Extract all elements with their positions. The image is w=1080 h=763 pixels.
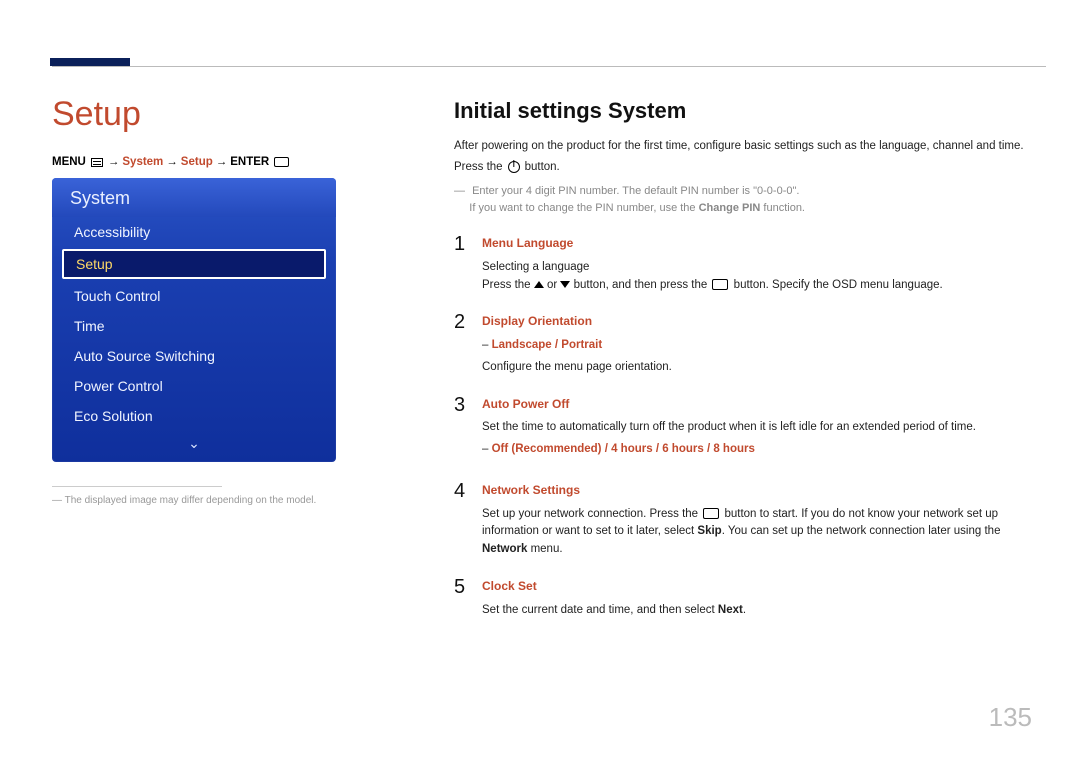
press-power-line: Press the button. bbox=[454, 161, 1044, 173]
step-label: Clock Set bbox=[482, 577, 1044, 596]
enter-icon bbox=[274, 157, 289, 167]
step-line: Set the time to automatically turn off t… bbox=[482, 419, 1044, 437]
enter-icon bbox=[703, 508, 719, 519]
press-prefix: Press the bbox=[454, 161, 503, 173]
page-title: Setup bbox=[52, 95, 392, 134]
step-number: 5 bbox=[454, 577, 468, 619]
network-line: Set up your network connection. Press th… bbox=[482, 506, 1044, 559]
footnote-text: The displayed image may differ depending… bbox=[65, 495, 317, 506]
breadcrumb-seg-setup: Setup bbox=[181, 156, 213, 168]
menu-item-eco-solution[interactable]: Eco Solution bbox=[52, 401, 336, 431]
clock-line: Set the current date and time, and then … bbox=[482, 602, 1044, 620]
arrow-icon: → bbox=[108, 156, 120, 168]
footnote-rule bbox=[52, 486, 222, 487]
step-line: Configure the menu page orientation. bbox=[482, 359, 1044, 377]
text-b: . bbox=[743, 604, 746, 616]
footnote: ― The displayed image may differ dependi… bbox=[52, 495, 392, 506]
step-label: Menu Language bbox=[482, 234, 1044, 253]
step-number: 4 bbox=[454, 481, 468, 559]
next-label: Next bbox=[718, 604, 743, 616]
step-4: 4 Network Settings Set up your network c… bbox=[454, 481, 1044, 559]
options: Off (Recommended) / 4 hours / 6 hours / … bbox=[492, 443, 755, 455]
step-label: Network Settings bbox=[482, 481, 1044, 500]
step-1: 1 Menu Language Selecting a language Pre… bbox=[454, 234, 1044, 294]
options-line: ‒ Landscape / Portrait bbox=[482, 337, 1044, 355]
step-3: 3 Auto Power Off Set the time to automat… bbox=[454, 395, 1044, 463]
system-menu-panel: System Accessibility Setup Touch Control… bbox=[52, 178, 336, 462]
dash-icon: ― bbox=[454, 185, 465, 197]
top-rule bbox=[52, 66, 1046, 67]
skip-label: Skip bbox=[697, 525, 721, 537]
pin-note: ― Enter your 4 digit PIN number. The def… bbox=[454, 183, 1044, 216]
menu-item-touch-control[interactable]: Touch Control bbox=[52, 281, 336, 311]
section-title: Initial settings System bbox=[454, 98, 1044, 124]
intro-text: After powering on the product for the fi… bbox=[454, 138, 1044, 155]
options: Landscape / Portrait bbox=[492, 339, 603, 351]
step-5: 5 Clock Set Set the current date and tim… bbox=[454, 577, 1044, 619]
menu-header: System bbox=[52, 178, 336, 217]
text-d: menu. bbox=[531, 543, 563, 555]
accent-bar bbox=[50, 58, 130, 66]
pin-note-sub-a: If you want to change the PIN number, us… bbox=[469, 202, 695, 214]
pin-note-main: Enter your 4 digit PIN number. The defau… bbox=[472, 185, 799, 197]
press-suffix: button. bbox=[525, 161, 560, 173]
menu-item-auto-source-switching[interactable]: Auto Source Switching bbox=[52, 341, 336, 371]
arrow-instruction: Press the or button, and then press the … bbox=[482, 277, 1044, 295]
breadcrumb-menu-label: MENU bbox=[52, 156, 86, 168]
network-label: Network bbox=[482, 543, 527, 555]
menu-item-accessibility[interactable]: Accessibility bbox=[52, 217, 336, 247]
dash-icon: ― bbox=[52, 495, 62, 506]
menu-item-time[interactable]: Time bbox=[52, 311, 336, 341]
breadcrumb-enter-label: ENTER bbox=[230, 156, 269, 168]
chevron-down-icon[interactable]: ⌄ bbox=[52, 431, 336, 454]
step-number: 2 bbox=[454, 312, 468, 376]
text-b: or bbox=[547, 279, 557, 291]
text-a: Set up your network connection. Press th… bbox=[482, 508, 698, 520]
page-number: 135 bbox=[989, 702, 1032, 733]
text-a: Press the bbox=[482, 279, 531, 291]
text-a: Set the current date and time, and then … bbox=[482, 604, 715, 616]
enter-icon bbox=[712, 279, 728, 290]
change-pin-label: Change PIN bbox=[699, 202, 761, 214]
breadcrumb: MENU → System → Setup → ENTER bbox=[52, 156, 392, 168]
step-number: 3 bbox=[454, 395, 468, 463]
step-line: Selecting a language bbox=[482, 259, 1044, 277]
dash-icon: ‒ bbox=[482, 443, 488, 455]
triangle-down-icon bbox=[560, 281, 570, 288]
triangle-up-icon bbox=[534, 281, 544, 288]
arrow-icon: → bbox=[216, 156, 228, 168]
arrow-icon: → bbox=[166, 156, 178, 168]
menu-icon bbox=[91, 158, 103, 167]
pin-note-sub-b: function. bbox=[763, 202, 805, 214]
dash-icon: ‒ bbox=[482, 339, 488, 351]
text-d: button. Specify the OSD menu language. bbox=[734, 279, 943, 291]
step-2: 2 Display Orientation ‒ Landscape / Port… bbox=[454, 312, 1044, 376]
text-c: . You can set up the network connection … bbox=[722, 525, 1001, 537]
step-label: Auto Power Off bbox=[482, 395, 1044, 414]
options-line: ‒ Off (Recommended) / 4 hours / 6 hours … bbox=[482, 441, 1044, 459]
step-label: Display Orientation bbox=[482, 312, 1044, 331]
right-column: Initial settings System After powering o… bbox=[454, 98, 1044, 619]
step-number: 1 bbox=[454, 234, 468, 294]
left-column: Setup MENU → System → Setup → ENTER Syst… bbox=[52, 95, 392, 506]
menu-item-power-control[interactable]: Power Control bbox=[52, 371, 336, 401]
text-c: button, and then press the bbox=[574, 279, 708, 291]
menu-item-setup[interactable]: Setup bbox=[62, 249, 326, 279]
breadcrumb-seg-system: System bbox=[122, 156, 163, 168]
power-icon bbox=[508, 161, 520, 173]
